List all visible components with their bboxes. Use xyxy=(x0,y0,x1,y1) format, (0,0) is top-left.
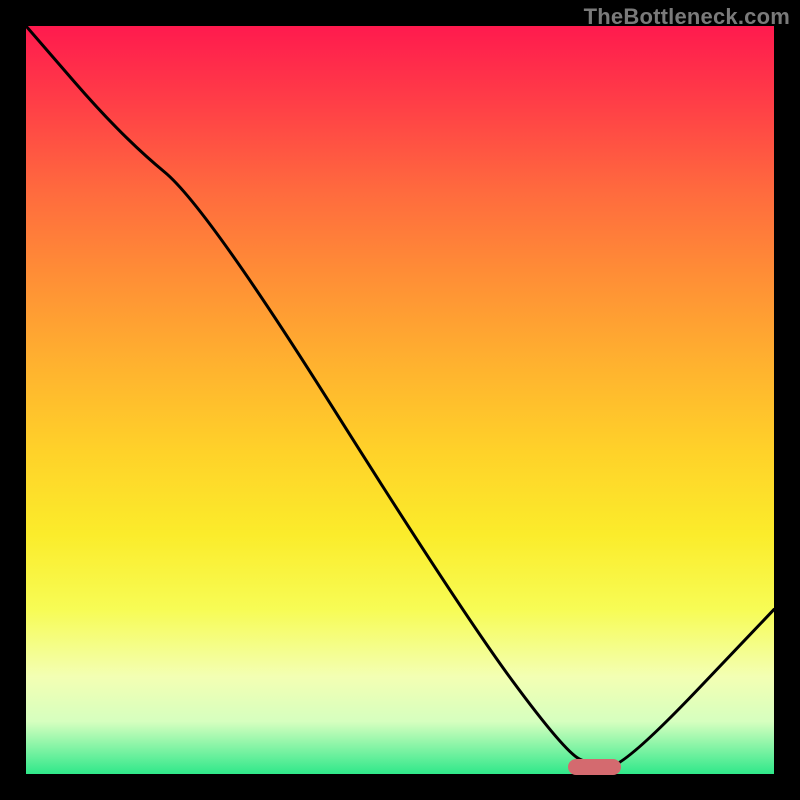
chart-frame: TheBottleneck.com xyxy=(0,0,800,800)
optimal-marker xyxy=(568,759,620,775)
plot-area xyxy=(26,26,774,774)
bottleneck-curve-path xyxy=(26,26,774,767)
bottleneck-curve xyxy=(26,26,774,774)
